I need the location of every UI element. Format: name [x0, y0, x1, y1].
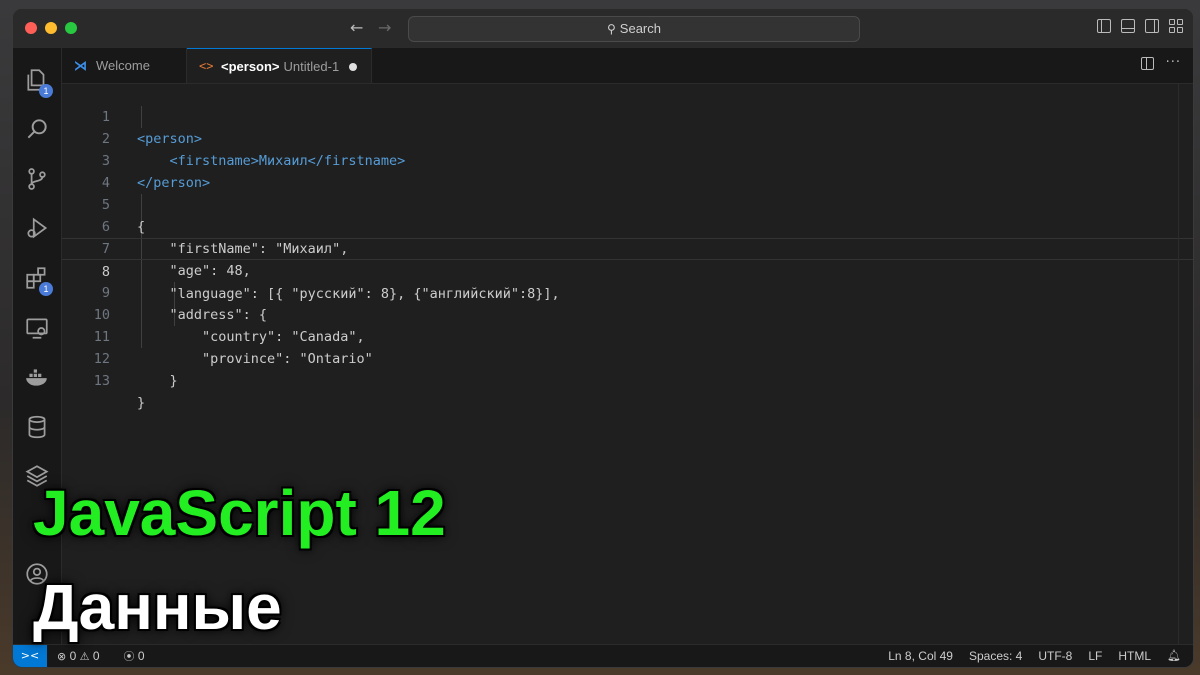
command-center-search[interactable]: ⚲ Search [408, 16, 860, 42]
tab-welcome-label: Welcome [96, 58, 150, 73]
search-icon: ⚲ [607, 22, 616, 36]
run-debug-icon[interactable] [13, 208, 61, 248]
notifications-bell-icon[interactable]: 🔔︎ [1167, 645, 1181, 667]
indentation[interactable]: Spaces: 4 [969, 645, 1022, 667]
error-icon: ⊗ [57, 650, 67, 663]
extensions-badge: 1 [39, 282, 53, 296]
ports-icon: ⦿ [123, 650, 135, 663]
close-window-button[interactable] [25, 22, 37, 34]
toggle-primary-sidebar-icon[interactable] [1097, 19, 1111, 33]
warning-icon: ⚠ [79, 650, 90, 663]
code-line: 2 <firstname>Михаил</firstname> [62, 106, 1193, 169]
tab-untitled-label: <person> [221, 59, 280, 74]
line-text: } [137, 395, 146, 411]
remote-explorer-icon[interactable] [13, 308, 61, 348]
remote-indicator-icon[interactable]: >< [13, 645, 47, 667]
end-of-line[interactable]: LF [1088, 645, 1102, 667]
tab-untitled-filename: Untitled-1 [283, 59, 340, 74]
vscode-logo-icon: ⋊ [74, 58, 87, 73]
code-line: 12 } [62, 326, 1193, 389]
line-number: 13 [93, 373, 110, 389]
customize-layout-icon[interactable] [1169, 19, 1183, 33]
status-left: ⊗ 0 ⚠ 0 ⦿ 0 [57, 645, 145, 667]
editor-actions: ··· [1140, 56, 1181, 70]
editor-tabs: ⋊ Welcome <> <person> Untitled-1 ··· [62, 48, 1193, 84]
line-text: } [137, 373, 178, 389]
activity-bar: 1 1 [13, 48, 62, 645]
minimize-window-button[interactable] [45, 22, 57, 34]
more-actions-icon[interactable]: ··· [1166, 56, 1181, 70]
code-line: 9 "address": { [62, 260, 1193, 323]
warnings-count: 0 [92, 649, 100, 663]
code-line: 4 [62, 150, 1193, 191]
layout-controls [1097, 19, 1183, 33]
unsaved-dot-icon[interactable] [349, 63, 357, 71]
code-line: 13 } [62, 348, 1193, 411]
code-line: 11 "province": "Ontario" [62, 304, 1193, 367]
errors-count: 0 [69, 649, 77, 663]
split-editor-icon[interactable] [1140, 57, 1154, 70]
docker-icon[interactable] [13, 357, 61, 397]
video-subtitle-overlay: Данные [33, 571, 282, 643]
code-line-current: 8 "language": [{ "русский": 8}, {"англий… [62, 238, 1193, 302]
tab-untitled-1[interactable]: <> <person> Untitled-1 [187, 48, 372, 83]
search-icon[interactable] [13, 109, 61, 149]
problems-indicator[interactable]: ⊗ 0 ⚠ 0 [57, 645, 100, 667]
status-bar: >< ⊗ 0 ⚠ 0 ⦿ 0 Ln 8, Col 49 Spaces: 4 UT… [13, 644, 1193, 667]
toggle-panel-icon[interactable] [1121, 19, 1135, 33]
html-file-icon: <> [199, 59, 214, 73]
code-line: 6 "firstName": "Михаил", [62, 194, 1193, 257]
language-mode[interactable]: HTML [1118, 645, 1151, 667]
source-control-icon[interactable] [13, 159, 61, 199]
editor-scrollbar[interactable] [1178, 84, 1193, 645]
code-line: 5 { [62, 172, 1193, 235]
code-line: 7 "age": 48, [62, 216, 1193, 279]
code-editor[interactable]: 1 <person> 2 <firstname>Михаил</firstnam… [62, 84, 1193, 645]
code-line: 1 <person> [62, 84, 1193, 147]
ports-count: 0 [137, 649, 145, 663]
code-line: 3 </person> [62, 128, 1193, 191]
code-line: 10 "country": "Canada", [62, 282, 1193, 345]
cursor-position[interactable]: Ln 8, Col 49 [888, 645, 953, 667]
explorer-icon[interactable]: 1 [13, 60, 61, 100]
explorer-badge: 1 [39, 84, 53, 98]
arrow-left-icon[interactable]: ← [350, 18, 363, 37]
title-bar: ← → ⚲ Search [13, 9, 1193, 48]
search-label: Search [619, 21, 661, 36]
toggle-secondary-sidebar-icon[interactable] [1145, 19, 1159, 33]
database-icon[interactable] [13, 407, 61, 447]
vscode-window: ← → ⚲ Search 1 1 ⋊ Welcome <> <person> U… [12, 8, 1194, 668]
ports-indicator[interactable]: ⦿ 0 [123, 645, 145, 667]
tab-welcome[interactable]: ⋊ Welcome [62, 48, 187, 83]
maximize-window-button[interactable] [65, 22, 77, 34]
video-title-overlay: JavaScript 12 [33, 477, 446, 549]
encoding[interactable]: UTF-8 [1038, 645, 1072, 667]
arrow-right-icon[interactable]: → [378, 18, 391, 37]
status-right: Ln 8, Col 49 Spaces: 4 UTF-8 LF HTML 🔔︎ [888, 645, 1181, 667]
extensions-icon[interactable]: 1 [13, 258, 61, 298]
